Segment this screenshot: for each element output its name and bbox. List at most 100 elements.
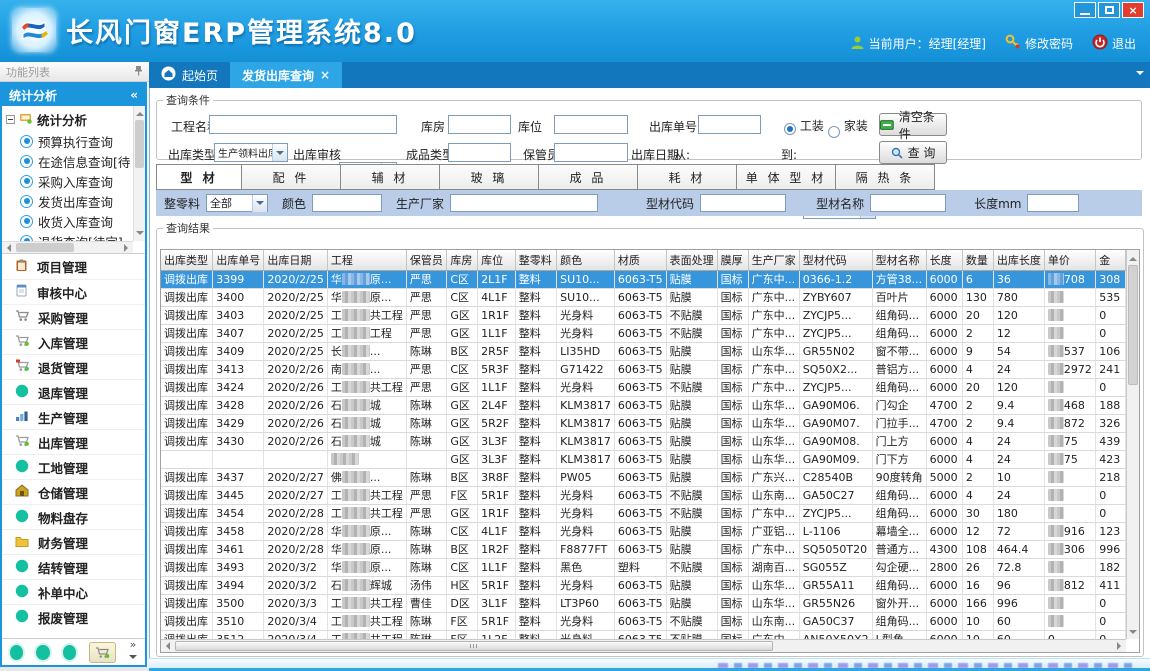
product-type-input[interactable] bbox=[448, 143, 511, 162]
table-row[interactable]: 调拨出库34302020/2/26石城陈琳G区3L3F整料KLM38176063… bbox=[161, 432, 1126, 450]
radio-industrial[interactable]: 工装 bbox=[784, 117, 824, 135]
table-row[interactable]: G区3L3F整料KLM38176063-T5贴膜国标山东华...GA90M09.… bbox=[161, 450, 1126, 468]
table-row[interactable]: 调拨出库34092020/2/25长...陈琳B区2R5F整料LI35HD606… bbox=[161, 342, 1126, 360]
column-header[interactable]: 膜厚 bbox=[717, 250, 748, 270]
color-input[interactable] bbox=[312, 194, 382, 212]
table-row[interactable]: 调拨出库34942020/3/2石辉城汤伟H区5R1F整料光身料6063-T5贴… bbox=[161, 576, 1126, 594]
table-row[interactable]: 调拨出库34002020/2/25华原...严思C区4L1F整料SU10...6… bbox=[161, 288, 1126, 306]
column-header[interactable]: 保管员 bbox=[406, 250, 447, 270]
column-header[interactable]: 表面处理 bbox=[666, 250, 717, 270]
table-row[interactable]: 调拨出库34242020/2/26工共工程严思G区1L1F整料光身料6063-T… bbox=[161, 378, 1126, 396]
table-row[interactable]: 调拨出库33992020/2/25华原...严思C区2L1F整料SU10...6… bbox=[161, 270, 1126, 288]
tab-close-icon[interactable]: × bbox=[320, 68, 330, 82]
material-tab-5[interactable]: 耗 材 bbox=[638, 164, 737, 190]
table-row[interactable]: 调拨出库35002020/3/3工共工程曹佳D区3L1F整料LT3P606063… bbox=[161, 594, 1126, 612]
sidebar-item-1[interactable]: 审核中心 bbox=[2, 279, 145, 304]
quick-cart-button[interactable] bbox=[89, 642, 116, 663]
column-header[interactable]: 出库长度 bbox=[993, 250, 1044, 270]
material-tab-4[interactable]: 成 品 bbox=[539, 164, 638, 190]
sidebar-item-6[interactable]: 生产管理 bbox=[2, 404, 145, 429]
table-row[interactable]: 调拨出库34372020/2/27佛...陈琳B区3R8F整料PW056063-… bbox=[161, 468, 1126, 486]
tree-item-4[interactable]: 收货入库查询 bbox=[2, 211, 133, 231]
sidebar-item-7[interactable]: 出库管理 bbox=[2, 429, 145, 454]
column-header[interactable]: 颜色 bbox=[557, 250, 615, 270]
table-row[interactable]: 调拨出库34282020/2/26石城陈琳G区2L4F整料KLM38176063… bbox=[161, 396, 1126, 414]
column-header[interactable]: 材质 bbox=[614, 250, 666, 270]
logout-button[interactable]: 退出 bbox=[1092, 34, 1136, 53]
keeper-input[interactable] bbox=[554, 143, 628, 162]
pin-icon[interactable] bbox=[134, 65, 143, 79]
quick-module-2-icon[interactable] bbox=[36, 645, 49, 660]
column-header[interactable]: 金 bbox=[1096, 250, 1126, 270]
material-tab-6[interactable]: 单 体 型 材 bbox=[737, 164, 836, 190]
sidebar-group-header[interactable]: 统计分析 « bbox=[2, 84, 145, 106]
material-tab-7[interactable]: 隔 热 条 bbox=[836, 164, 935, 190]
table-row[interactable]: 调拨出库34542020/2/28工共工程严思G区1R1F整料光身料6063-T… bbox=[161, 504, 1126, 522]
column-header[interactable]: 出库单号 bbox=[213, 250, 264, 270]
column-header[interactable]: 库位 bbox=[478, 250, 516, 270]
maximize-button[interactable] bbox=[1098, 2, 1120, 18]
material-tab-1[interactable]: 配 件 bbox=[242, 164, 341, 190]
column-header[interactable]: 整零料 bbox=[515, 250, 556, 270]
column-header[interactable]: 单价 bbox=[1044, 250, 1095, 270]
length-input[interactable] bbox=[1027, 194, 1079, 212]
maker-input[interactable] bbox=[450, 194, 598, 212]
minimize-button[interactable] bbox=[1074, 2, 1096, 18]
overflow-chevron[interactable]: » bbox=[129, 640, 137, 664]
tree-horizontal-scrollbar[interactable] bbox=[2, 241, 133, 253]
tree-item-1[interactable]: 在途信息查询[待 bbox=[2, 151, 133, 171]
sidebar-item-9[interactable]: 仓储管理 bbox=[2, 479, 145, 504]
material-tab-3[interactable]: 玻 璃 bbox=[440, 164, 539, 190]
order-no-input[interactable] bbox=[698, 115, 761, 134]
table-row[interactable]: 调拨出库34292020/2/26石城陈琳G区5R2F整料KLM38176063… bbox=[161, 414, 1126, 432]
profile-name-input[interactable] bbox=[870, 194, 946, 212]
column-header[interactable]: 长度 bbox=[926, 250, 962, 270]
collapse-icon[interactable]: « bbox=[130, 88, 138, 102]
tree-item-3[interactable]: 发货出库查询 bbox=[2, 191, 133, 211]
grid-header-row[interactable]: 出库类型出库单号出库日期工程保管员库房库位整零料颜色材质表面处理膜厚生产厂家型材… bbox=[161, 250, 1126, 270]
column-header[interactable]: 数量 bbox=[962, 250, 993, 270]
table-row[interactable]: 调拨出库34932020/3/2华原...陈琳C区1L1F整料黑色塑料不贴膜国标… bbox=[161, 558, 1126, 576]
sidebar-item-8[interactable]: 工地管理 bbox=[2, 454, 145, 479]
tree-root[interactable]: 统计分析 bbox=[2, 106, 133, 131]
column-header[interactable]: 出库日期 bbox=[264, 250, 327, 270]
whole-part-select[interactable]: 全部 bbox=[206, 194, 268, 212]
grid-vertical-scrollbar[interactable] bbox=[1126, 250, 1139, 639]
quick-module-3-icon[interactable] bbox=[63, 645, 76, 660]
clear-conditions-button[interactable]: 清空条件 bbox=[879, 113, 947, 136]
grid-horizontal-scrollbar[interactable] bbox=[161, 639, 1126, 652]
column-header[interactable]: 库房 bbox=[447, 250, 478, 270]
material-tab-0[interactable]: 型 材 bbox=[156, 164, 242, 190]
sidebar-item-12[interactable]: 结转管理 bbox=[2, 554, 145, 579]
project-name-input[interactable] bbox=[209, 115, 397, 134]
sidebar-item-2[interactable]: 采购管理 bbox=[2, 304, 145, 329]
table-row[interactable]: 调拨出库34582020/2/28华原...陈琳C区4L1F整料光身料6063-… bbox=[161, 522, 1126, 540]
sidebar-item-5[interactable]: 退库管理 bbox=[2, 379, 145, 404]
change-password-button[interactable]: 修改密码 bbox=[1005, 34, 1073, 53]
search-button[interactable]: 查 询 bbox=[879, 141, 947, 164]
column-header[interactable]: 型材名称 bbox=[872, 250, 926, 270]
sidebar-item-4[interactable]: 退货管理 bbox=[2, 354, 145, 379]
close-button[interactable]: × bbox=[1122, 2, 1144, 18]
sidebar-item-13[interactable]: 补单中心 bbox=[2, 579, 145, 604]
table-row[interactable]: 调拨出库35122020/3/4工共工程陈琳F区1L2F整料光身料6063-T5… bbox=[161, 630, 1126, 639]
table-row[interactable]: 调拨出库34072020/2/25工工程严思G区1L1F整料光身料6063-T5… bbox=[161, 324, 1126, 342]
column-header[interactable]: 出库类型 bbox=[161, 250, 213, 270]
outbound-type-select[interactable]: 生产领料出库 bbox=[214, 143, 288, 162]
tab-home[interactable]: 起始页 bbox=[149, 62, 230, 88]
sidebar-item-10[interactable]: 物料盘存 bbox=[2, 504, 145, 529]
table-row[interactable]: 调拨出库34032020/2/25工共工程严思G区1R1F整料光身料6063-T… bbox=[161, 306, 1126, 324]
column-header[interactable]: 生产厂家 bbox=[748, 250, 799, 270]
table-row[interactable]: 调拨出库35102020/3/4工共工程陈琳F区5R1F整料光身料6063-T5… bbox=[161, 612, 1126, 630]
tab-list-caret-icon[interactable] bbox=[1136, 71, 1144, 79]
table-row[interactable]: 调拨出库34132020/2/26南...严思C区5R3F整料G71422606… bbox=[161, 360, 1126, 378]
tree-item-2[interactable]: 采购入库查询 bbox=[2, 171, 133, 191]
warehouse-input[interactable] bbox=[448, 115, 511, 134]
tree-item-0[interactable]: 预算执行查询 bbox=[2, 131, 133, 151]
material-tab-2[interactable]: 辅 材 bbox=[341, 164, 440, 190]
table-row[interactable]: 调拨出库34452020/2/27工共工程严思F区5R1F整料光身料6063-T… bbox=[161, 486, 1126, 504]
tree-item-5[interactable]: 退货查询[待定] bbox=[2, 231, 133, 241]
column-header[interactable]: 型材代码 bbox=[799, 250, 872, 270]
tab-shipment-outbound-query[interactable]: 发货出库查询 × bbox=[230, 62, 342, 88]
quick-module-1-icon[interactable] bbox=[10, 645, 23, 660]
